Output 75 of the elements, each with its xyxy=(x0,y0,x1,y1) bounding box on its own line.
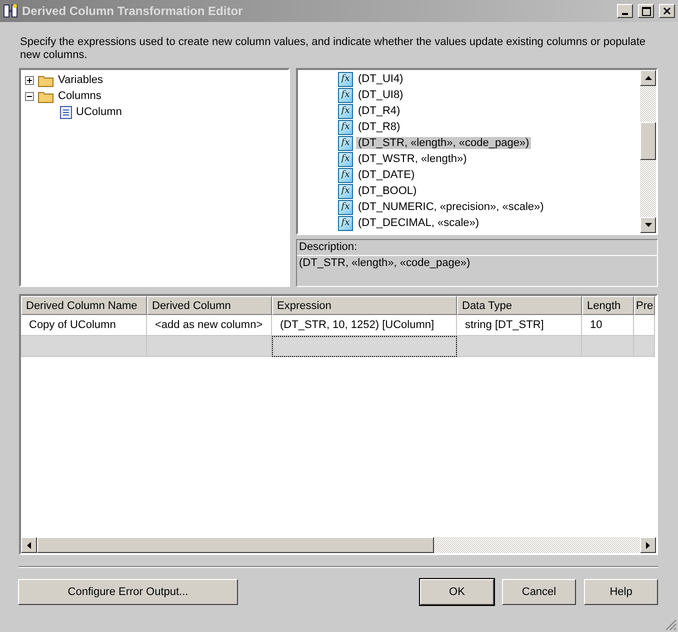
scroll-left-button[interactable] xyxy=(21,537,37,553)
scroll-up-button[interactable] xyxy=(640,70,656,86)
grid-cell[interactable]: Copy of UColumn xyxy=(21,315,147,336)
grid-cell[interactable]: <add as new column> xyxy=(147,315,272,336)
column-header[interactable]: Data Type xyxy=(457,296,582,315)
horizontal-scrollbar[interactable] xyxy=(21,537,656,553)
grid-cell[interactable]: (DT_STR, 10, 1252) [UColumn] xyxy=(272,315,457,336)
function-icon: fx xyxy=(338,72,353,86)
left-arrow-icon xyxy=(27,542,31,548)
close-button[interactable] xyxy=(659,4,675,18)
down-arrow-icon xyxy=(644,223,652,227)
collapse-toggle[interactable] xyxy=(25,92,34,100)
new-row-cell[interactable] xyxy=(634,336,655,357)
scroll-thumb[interactable] xyxy=(640,122,656,160)
function-icon: fx xyxy=(338,88,353,102)
scroll-thumb[interactable] xyxy=(37,537,434,553)
grid-cell[interactable]: 10 xyxy=(582,315,634,336)
function-item[interactable]: (DT_STR, «length», «code_page») xyxy=(356,137,532,149)
function-icon: fx xyxy=(338,152,353,166)
expand-toggle[interactable] xyxy=(25,76,34,84)
new-row-cell[interactable] xyxy=(272,336,457,357)
function-item[interactable]: (DT_WSTR, «length») xyxy=(356,153,469,165)
function-item[interactable]: (DT_UI8) xyxy=(356,89,406,101)
new-row-cell[interactable] xyxy=(457,336,582,357)
minus-icon xyxy=(27,94,32,98)
vertical-scrollbar[interactable] xyxy=(640,70,656,233)
ok-button[interactable]: OK xyxy=(420,579,494,605)
function-item[interactable]: (DT_R4) xyxy=(356,105,402,117)
instructions-text: Specify the expressions used to create new column values, and indicate whether the values update existing columns or populate new columns. xyxy=(20,36,646,61)
column-header[interactable]: Expression xyxy=(272,296,457,315)
resize-grip-icon[interactable] xyxy=(665,619,677,631)
function-item[interactable]: (DT_UI4) xyxy=(356,73,406,85)
column-header[interactable]: Length xyxy=(582,296,634,315)
up-arrow-icon xyxy=(644,76,652,80)
window-title: Derived Column Transformation Editor xyxy=(22,4,244,18)
description-label: Description: xyxy=(299,241,358,253)
function-icon: fx xyxy=(338,184,353,198)
folder-icon xyxy=(38,90,54,102)
function-icon: fx xyxy=(338,200,353,214)
plus-icon xyxy=(27,78,32,82)
function-icon: fx xyxy=(338,120,353,134)
function-item[interactable]: (DT_R8) xyxy=(356,121,402,133)
function-icon: fx xyxy=(338,136,353,150)
grid-cell[interactable]: string [DT_STR] xyxy=(457,315,582,336)
scroll-down-button[interactable] xyxy=(640,217,656,233)
tree-item[interactable]: UColumn xyxy=(76,106,122,118)
folder-icon xyxy=(38,74,54,86)
new-row-cell[interactable] xyxy=(21,336,147,357)
maximize-icon xyxy=(642,6,650,16)
grid-cell[interactable] xyxy=(634,315,655,336)
cancel-button[interactable]: Cancel xyxy=(502,579,576,605)
function-item[interactable]: (DT_NUMERIC, «precision», «scale») xyxy=(356,201,546,213)
description-text: (DT_STR, «length», «code_page») xyxy=(299,257,470,269)
new-row-cell[interactable] xyxy=(582,336,634,357)
maximize-button[interactable] xyxy=(638,4,654,18)
column-header[interactable]: Derived Column xyxy=(147,296,272,315)
minimize-button[interactable] xyxy=(617,4,633,18)
app-icon xyxy=(3,3,19,19)
close-icon xyxy=(663,7,671,15)
function-icon: fx xyxy=(338,216,353,230)
function-icon: fx xyxy=(338,104,353,118)
column-header[interactable]: Derived Column Name xyxy=(21,296,147,315)
function-item[interactable]: (DT_DATE) xyxy=(356,169,417,181)
column-header[interactable]: Pre xyxy=(634,296,655,315)
new-row-cell[interactable] xyxy=(147,336,272,357)
configure-error-output-button[interactable]: Configure Error Output... xyxy=(18,579,238,605)
function-item[interactable]: (DT_BOOL) xyxy=(356,185,419,197)
function-item[interactable]: (DT_DECIMAL, «scale») xyxy=(356,217,482,229)
help-button[interactable]: Help xyxy=(584,579,658,605)
tree-item[interactable]: Variables xyxy=(58,74,104,86)
scroll-right-button[interactable] xyxy=(640,537,656,553)
column-icon xyxy=(60,106,72,118)
function-icon: fx xyxy=(338,168,353,182)
right-arrow-icon xyxy=(646,542,650,548)
tree-item[interactable]: Columns xyxy=(58,90,102,102)
